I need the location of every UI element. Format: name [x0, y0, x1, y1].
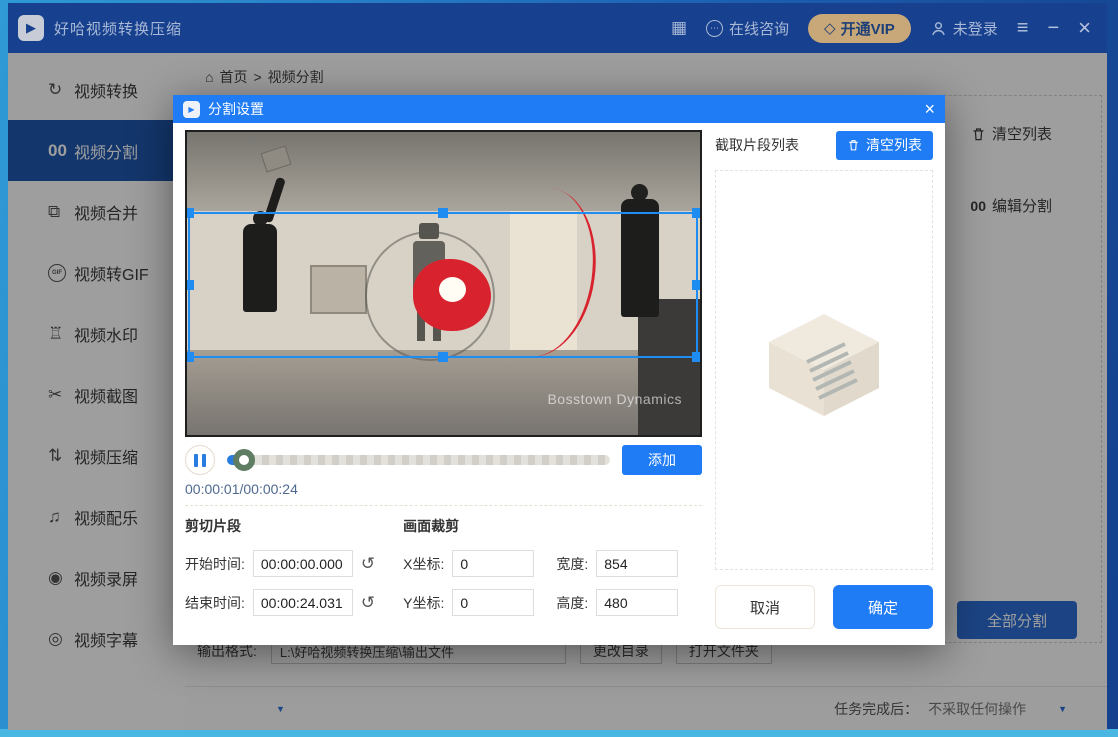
split-settings-dialog: ▶ 分割设置 ×: [173, 95, 945, 645]
dialog-close-icon[interactable]: ×: [924, 100, 935, 118]
user-icon: [930, 20, 947, 37]
video-preview: Bosstown Dynamics: [185, 130, 702, 437]
slider-track[interactable]: [227, 455, 610, 465]
crop-section: 画面裁剪 X坐标: 宽度: Y坐标: 高度:: [403, 516, 678, 628]
clip-list-heading: 截取片段列表: [715, 135, 799, 155]
y-label: Y坐标:: [403, 593, 444, 613]
start-time-label: 开始时间:: [185, 554, 245, 574]
clip-section: 剪切片段 开始时间: ↺ 结束时间: ↺: [185, 516, 375, 628]
crop-heading: 画面裁剪: [403, 516, 678, 536]
set-current-time-icon[interactable]: ↺: [361, 593, 375, 613]
crop-handle-sw[interactable]: [185, 352, 194, 362]
app-logo-icon: ▶: [18, 15, 44, 41]
crop-handle-w[interactable]: [185, 280, 194, 290]
dialog-logo-icon: ▶: [183, 101, 200, 118]
vip-label: 开通VIP: [841, 18, 895, 39]
online-service-label: 在线咨询: [729, 18, 789, 39]
online-service-button[interactable]: ⋯ 在线咨询: [706, 18, 789, 39]
open-vip-button[interactable]: ◇ 开通VIP: [808, 14, 911, 43]
confirm-button[interactable]: 确定: [833, 585, 933, 629]
trash-icon: [847, 138, 860, 152]
pause-icon: [194, 454, 198, 467]
crop-selection[interactable]: [188, 212, 698, 358]
crop-handle-s[interactable]: [438, 352, 448, 362]
slider-thumb[interactable]: [233, 449, 255, 471]
width-input[interactable]: [596, 550, 678, 577]
app-window: ▶ 好哈视频转换压缩 ▦ ⋯ 在线咨询 ◇ 开通VIP 未登录 ≡ − ×: [8, 3, 1107, 730]
crop-handle-nw[interactable]: [185, 208, 194, 218]
vip-diamond-icon: ◇: [824, 19, 836, 37]
time-display: 00:00:01/00:00:24: [185, 481, 702, 497]
crop-handle-ne[interactable]: [692, 208, 702, 218]
end-time-label: 结束时间:: [185, 593, 245, 613]
end-time-input[interactable]: [253, 589, 353, 616]
x-label: X坐标:: [403, 554, 444, 574]
close-icon[interactable]: ×: [1078, 17, 1091, 39]
qr-code-icon[interactable]: ▦: [671, 18, 687, 38]
minimize-icon[interactable]: −: [1047, 18, 1059, 38]
clear-list-button[interactable]: 清空列表: [836, 131, 933, 160]
set-current-time-icon[interactable]: ↺: [361, 554, 375, 574]
y-input[interactable]: [452, 589, 534, 616]
app-title: 好哈视频转换压缩: [54, 18, 182, 39]
clip-heading: 剪切片段: [185, 516, 375, 536]
height-label: 高度:: [556, 593, 588, 613]
clip-list-empty: [715, 170, 933, 570]
pause-button[interactable]: [185, 445, 215, 475]
playback-controls: 添加: [185, 445, 702, 475]
login-label: 未登录: [953, 18, 998, 39]
menu-icon[interactable]: ≡: [1017, 18, 1029, 38]
cancel-button[interactable]: 取消: [715, 585, 815, 629]
video-watermark: Bosstown Dynamics: [547, 391, 682, 407]
dialog-titlebar: ▶ 分割设置 ×: [173, 95, 945, 123]
login-button[interactable]: 未登录: [930, 18, 998, 39]
titlebar: ▶ 好哈视频转换压缩 ▦ ⋯ 在线咨询 ◇ 开通VIP 未登录 ≡ − ×: [8, 3, 1107, 53]
crop-handle-e[interactable]: [692, 280, 702, 290]
x-input[interactable]: [452, 550, 534, 577]
crop-handle-se[interactable]: [692, 352, 702, 362]
seek-slider[interactable]: [227, 449, 610, 471]
dialog-title: 分割设置: [208, 99, 264, 119]
width-label: 宽度:: [556, 554, 588, 574]
height-input[interactable]: [596, 589, 678, 616]
crop-handle-n[interactable]: [438, 208, 448, 218]
add-clip-button[interactable]: 添加: [622, 445, 702, 475]
start-time-input[interactable]: [253, 550, 353, 577]
chat-icon: ⋯: [706, 20, 723, 37]
desktop-bottom-strip: [0, 729, 1118, 737]
empty-state-illustration: [749, 304, 899, 424]
